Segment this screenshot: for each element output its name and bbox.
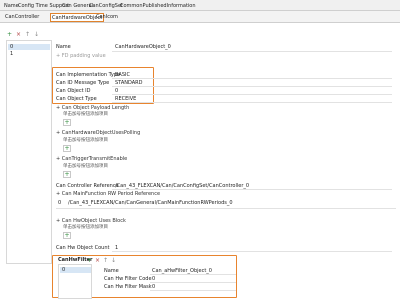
- add-button[interactable]: +: [63, 171, 71, 178]
- field-underline: [112, 102, 392, 103]
- controller-ref-label: Can Controller Reference: [56, 183, 119, 189]
- tab-common-published-information[interactable]: CommonPublishedInformation: [120, 2, 196, 10]
- hwfilter-list: 0: [58, 264, 92, 299]
- hwobject-count-label: Can Hw Object Count: [56, 245, 110, 251]
- fd-padding-toggle[interactable]: + FD padding value: [56, 53, 106, 59]
- tab-can-controller[interactable]: CanController: [4, 13, 40, 22]
- move-down-icon[interactable]: ↓: [110, 257, 117, 264]
- list-item[interactable]: 0: [8, 44, 50, 50]
- section-payload-length[interactable]: + Can Object Payload Length: [56, 105, 129, 111]
- top-tab-bar: Name Config Time Support Can General Can…: [0, 0, 400, 11]
- field-underline: [56, 208, 396, 209]
- field-underline: [112, 189, 392, 190]
- add-item-hint: 单击加号按钮添加项目: [63, 138, 108, 143]
- mainfunction-ref-head[interactable]: + Can MainFunction RW Period Reference: [56, 191, 160, 197]
- field-underline: [112, 251, 392, 252]
- name-value[interactable]: CanHardwareObject_0: [115, 44, 171, 50]
- add-item-hint: 单击加号按钮添加项目: [63, 164, 108, 169]
- tab-can-icom[interactable]: CanIcom: [95, 13, 119, 22]
- move-up-icon[interactable]: ↑: [24, 31, 31, 38]
- field-label: Can Object ID: [56, 88, 91, 94]
- name-field-underline: [112, 51, 392, 52]
- section-uses-polling[interactable]: + CanHardwareObjectUsesPolling: [56, 130, 140, 136]
- name-label: Name: [56, 44, 71, 50]
- add-button[interactable]: +: [63, 145, 71, 152]
- add-button[interactable]: +: [63, 232, 71, 239]
- field-underline: [112, 94, 392, 95]
- hardware-object-list: 0 1: [6, 40, 52, 264]
- field-underline: [150, 290, 236, 291]
- move-down-icon[interactable]: ↓: [33, 31, 40, 38]
- left-toolbar: + × ↑ ↓: [6, 31, 52, 39]
- add-item-hint: 单击加号按钮添加项目: [63, 112, 108, 117]
- field-label: Can ID Message Type: [56, 80, 110, 86]
- section-trigger-transmit[interactable]: + CanTriggerTransmitEnable: [56, 156, 127, 162]
- list-item[interactable]: 1: [10, 51, 13, 57]
- hwfilter-field-label: Name: [104, 268, 119, 274]
- field-underline: [112, 78, 392, 79]
- tab-can-config-set[interactable]: CanConfigSet: [89, 2, 123, 10]
- add-icon[interactable]: +: [86, 257, 93, 264]
- add-item-hint: 单击加号按钮添加项目: [63, 225, 108, 230]
- delete-icon[interactable]: ×: [15, 31, 22, 38]
- delete-icon[interactable]: ×: [94, 257, 101, 264]
- second-tab-bar: CanController CanHardwareObject CanIcom: [0, 11, 400, 23]
- field-underline: [112, 86, 392, 87]
- field-underline: [150, 282, 236, 283]
- add-button[interactable]: +: [63, 119, 71, 126]
- add-icon[interactable]: +: [6, 31, 13, 38]
- move-up-icon[interactable]: ↑: [102, 257, 109, 264]
- mainfunction-index: 0: [58, 200, 62, 206]
- mainfunction-value[interactable]: /Can_43_FLEXCAN/Can/CanGeneral/CanMainFu…: [68, 200, 233, 206]
- list-item[interactable]: 0: [60, 267, 91, 273]
- field-underline: [150, 274, 236, 275]
- section-uses-block[interactable]: + Can HwObject Uses Block: [56, 218, 126, 224]
- hwfilter-field-label: Can Hw Filter Mask: [104, 284, 152, 290]
- field-label: Can Object Type: [56, 96, 97, 102]
- hwfilter-field-label: Can Hw Filter Code: [104, 276, 152, 282]
- tab-name[interactable]: Name: [4, 2, 19, 10]
- field-label: Can Implementation Type: [56, 72, 121, 78]
